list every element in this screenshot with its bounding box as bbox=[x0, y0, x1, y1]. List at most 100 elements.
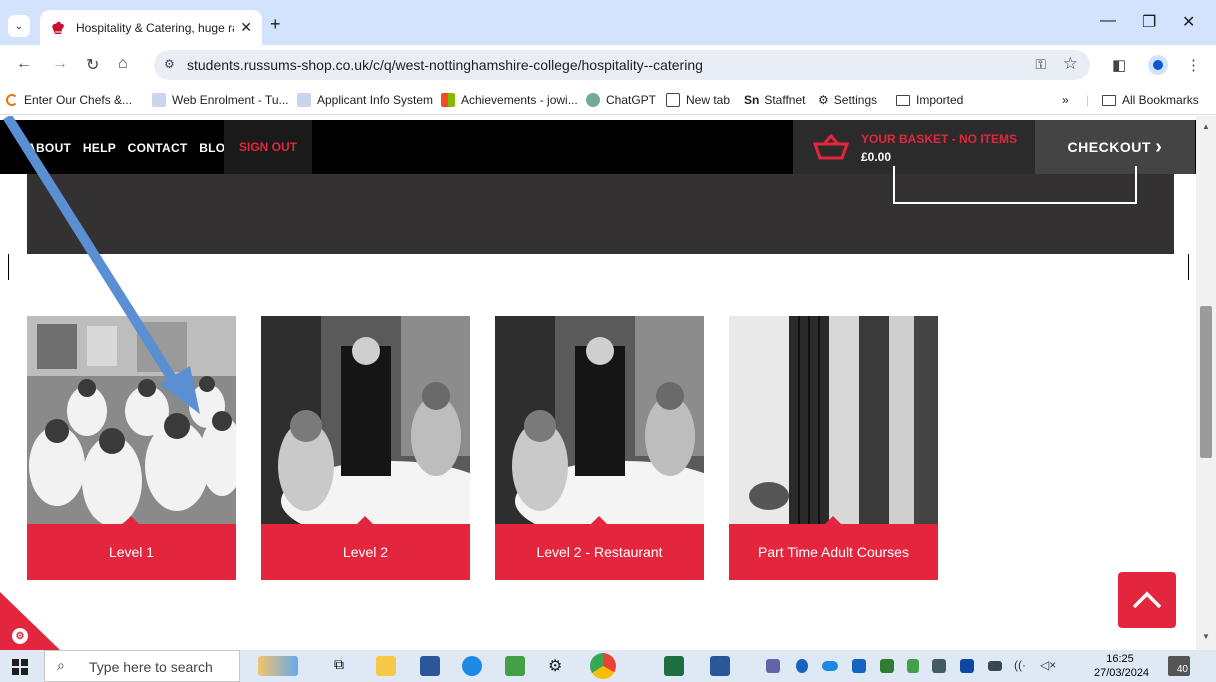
battery-icon[interactable] bbox=[988, 661, 1002, 671]
bookmark-item[interactable]: ⚙ Settings bbox=[818, 93, 877, 107]
chevron-right-icon: › bbox=[1155, 136, 1163, 158]
new-tab-button[interactable]: + bbox=[270, 14, 281, 35]
file-explorer-icon[interactable] bbox=[376, 656, 396, 676]
task-view-icon[interactable]: ⧉ bbox=[334, 656, 354, 676]
chefs-line-photo bbox=[729, 316, 938, 524]
folder-icon bbox=[896, 94, 910, 106]
back-to-top-button[interactable] bbox=[1118, 572, 1176, 628]
menu-kebab-icon[interactable]: ⋮ bbox=[1186, 56, 1201, 74]
close-window-icon[interactable]: ✕ bbox=[1182, 12, 1195, 32]
windows-taskbar: ⌕ Type here to search ⧉ ⚙ ((· ◁× 16:25 2… bbox=[0, 650, 1216, 682]
nav-contact-link[interactable]: CONTACT bbox=[128, 141, 188, 155]
edge-icon[interactable] bbox=[462, 656, 482, 676]
category-card-level-2[interactable]: Level 2 bbox=[261, 316, 470, 580]
category-label: Level 1 bbox=[27, 524, 236, 580]
category-label: Level 2 bbox=[261, 524, 470, 580]
bookmark-item[interactable]: Enter Our Chefs &... bbox=[6, 93, 132, 107]
basket-label: YOUR BASKET - NO ITEMS bbox=[861, 132, 1018, 146]
system-clock[interactable]: 16:25 27/03/2024 bbox=[1094, 652, 1149, 680]
news-widget-icon[interactable] bbox=[258, 656, 298, 676]
caption-notch bbox=[825, 516, 841, 524]
wifi-icon[interactable]: ((· bbox=[1014, 658, 1026, 672]
teams-icon[interactable] bbox=[766, 659, 780, 673]
bookmark-item[interactable]: Sn Staffnet bbox=[744, 93, 806, 107]
scroll-thumb[interactable] bbox=[1200, 306, 1212, 458]
category-label: Level 2 - Restaurant bbox=[495, 524, 704, 580]
tab-title: Hospitality & Catering, huge ra bbox=[76, 20, 235, 35]
url-text[interactable]: students.russums-shop.co.uk/c/q/west-not… bbox=[187, 57, 703, 73]
caption-notch bbox=[357, 516, 373, 524]
cookie-gear-icon[interactable]: ⚙ bbox=[12, 628, 28, 644]
nav-about-link[interactable]: ABOUT bbox=[27, 141, 71, 155]
bookmark-item[interactable]: Imported bbox=[896, 93, 963, 107]
windows-start-icon[interactable] bbox=[12, 659, 28, 680]
security-icon[interactable] bbox=[960, 659, 974, 673]
store-icon[interactable] bbox=[420, 656, 440, 676]
tray-app-icon[interactable] bbox=[880, 659, 894, 673]
category-card-part-time-adult-courses[interactable]: Part Time Adult Courses bbox=[729, 316, 938, 580]
search-icon: ⌕ bbox=[57, 657, 65, 673]
word-icon[interactable] bbox=[710, 656, 730, 676]
bookmarks-overflow-button[interactable]: » bbox=[1062, 93, 1069, 107]
basket-icon bbox=[812, 133, 850, 165]
bookmarks-divider: | bbox=[1086, 93, 1090, 107]
scroll-down-icon[interactable]: ▼ bbox=[1202, 632, 1210, 641]
bookmark-item[interactable]: Achievements - jowi... bbox=[441, 93, 578, 107]
tray-app-icon[interactable] bbox=[907, 659, 919, 673]
category-label: Part Time Adult Courses bbox=[729, 524, 938, 580]
home-icon[interactable]: ⌂ bbox=[118, 55, 128, 73]
side-panel-icon[interactable]: ◧ bbox=[1112, 56, 1126, 74]
microsoft-icon bbox=[441, 93, 455, 107]
category-card-level-1[interactable]: Level 1 bbox=[27, 316, 236, 580]
close-tab-icon[interactable]: ✕ bbox=[240, 19, 252, 36]
restaurant-service-photo bbox=[261, 316, 470, 524]
address-bar[interactable]: ⚙ students.russums-shop.co.uk/c/q/west-n… bbox=[154, 50, 1090, 80]
restore-icon[interactable]: ❐ bbox=[1142, 12, 1156, 32]
category-card-level-2-restaurant[interactable]: Level 2 - Restaurant bbox=[495, 316, 704, 580]
onedrive-icon[interactable] bbox=[822, 661, 838, 671]
bookmark-item[interactable]: Web Enrolment - Tu... bbox=[152, 93, 289, 107]
chevron-down-icon: ⌄ bbox=[14, 20, 24, 32]
web-page: ABOUT HELP CONTACT BLOG SIGN OUT YOUR BA… bbox=[0, 116, 1196, 650]
person-icon bbox=[1153, 60, 1163, 70]
excel-icon[interactable] bbox=[664, 656, 684, 676]
site-info-icon[interactable]: ⚙ bbox=[164, 57, 175, 71]
chrome-icon[interactable] bbox=[590, 653, 616, 679]
divider bbox=[8, 254, 9, 280]
doc-icon bbox=[297, 93, 311, 107]
reload-icon[interactable]: ↻ bbox=[86, 55, 99, 75]
profile-avatar[interactable] bbox=[1148, 55, 1168, 75]
notification-center-button[interactable]: 40 bbox=[1168, 656, 1190, 676]
app-icon[interactable] bbox=[505, 656, 525, 676]
site-nav: ABOUT HELP CONTACT BLOG bbox=[27, 141, 243, 155]
tray-app-icon[interactable] bbox=[852, 659, 866, 673]
sign-out-button[interactable]: SIGN OUT bbox=[224, 120, 312, 174]
all-bookmarks-button[interactable]: All Bookmarks bbox=[1102, 93, 1199, 107]
search-placeholder: Type here to search bbox=[89, 659, 213, 675]
cookie-settings-corner[interactable] bbox=[0, 592, 60, 650]
settings-gear-icon[interactable]: ⚙ bbox=[548, 656, 568, 676]
scroll-up-icon[interactable]: ▲ bbox=[1202, 122, 1210, 131]
taskbar-search-box[interactable]: ⌕ Type here to search bbox=[44, 650, 240, 682]
forward-icon[interactable]: → bbox=[52, 55, 68, 73]
key-icon[interactable]: ⚿ bbox=[1035, 56, 1046, 73]
page-scrollbar[interactable]: ▲ ▼ bbox=[1196, 116, 1216, 650]
volume-muted-icon[interactable]: ◁× bbox=[1040, 658, 1056, 672]
minimize-icon[interactable]: — bbox=[1100, 12, 1116, 30]
back-icon[interactable]: ← bbox=[16, 55, 32, 73]
tab-active[interactable]: Hospitality & Catering, huge ra ✕ bbox=[40, 10, 262, 45]
tab-search-button[interactable]: ⌄ bbox=[8, 15, 30, 37]
bluetooth-icon[interactable] bbox=[796, 659, 808, 673]
bookmarks-bar: Enter Our Chefs &... Web Enrolment - Tu.… bbox=[0, 85, 1216, 115]
browser-toolbar: ← → ↻ ⌂ ⚙ students.russums-shop.co.uk/c/… bbox=[0, 45, 1216, 85]
folder-icon bbox=[1102, 94, 1116, 106]
star-icon[interactable]: ☆ bbox=[1063, 54, 1078, 74]
tray-app-icon[interactable] bbox=[932, 659, 946, 673]
bookmark-item[interactable]: New tab bbox=[666, 93, 730, 107]
sn-icon: Sn bbox=[744, 93, 760, 107]
hero-outline-box bbox=[893, 166, 1137, 204]
bookmark-item[interactable]: Applicant Info System bbox=[297, 93, 433, 107]
bookmark-item[interactable]: ChatGPT bbox=[586, 93, 656, 107]
students-photo bbox=[27, 316, 236, 524]
nav-help-link[interactable]: HELP bbox=[83, 141, 116, 155]
